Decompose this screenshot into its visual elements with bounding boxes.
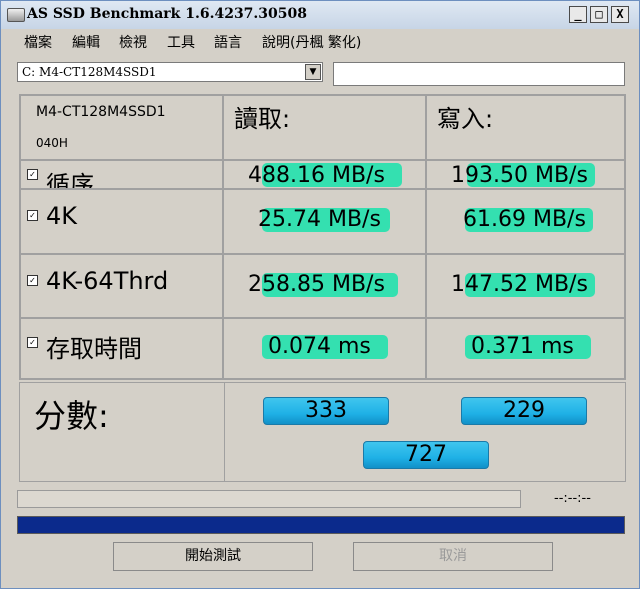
score-label: 分數:: [34, 397, 109, 435]
access-read-value: 0.074 ms: [268, 334, 371, 359]
menu-edit[interactable]: 編輯: [72, 32, 100, 52]
seq-checkbox[interactable]: ✓: [27, 169, 38, 180]
info-textbox[interactable]: [333, 62, 625, 86]
chevron-down-icon[interactable]: ▼: [305, 64, 321, 80]
seq-write-value: 193.50 MB/s: [451, 163, 588, 188]
4k64-label: 4K-64Thrd: [46, 267, 169, 295]
menu-view[interactable]: 檢視: [119, 32, 147, 52]
row-4k-label-cell: ✓ 4K: [20, 189, 223, 254]
minimize-button[interactable]: _: [569, 6, 587, 23]
row-4k64-label-cell: ✓ 4K-64Thrd: [20, 254, 223, 318]
menu-bar: 檔案 編輯 檢視 工具 語言 說明(丹楓 繁化): [1, 29, 639, 53]
access-write-value: 0.371 ms: [471, 334, 574, 359]
menu-language[interactable]: 語言: [214, 32, 242, 52]
cancel-button[interactable]: 取消: [353, 542, 553, 571]
start-button[interactable]: 開始測試: [113, 542, 313, 571]
seq-read-cell: 488.16 MB/s: [223, 160, 426, 189]
elapsed-time: --:--:--: [554, 491, 591, 506]
drive-model: M4-CT128M4SSD1: [36, 104, 166, 120]
menu-tools[interactable]: 工具: [167, 32, 195, 52]
4k-write-value: 61.69 MB/s: [463, 207, 586, 232]
menu-help[interactable]: 說明(丹楓 繁化): [262, 32, 361, 52]
4k64-checkbox[interactable]: ✓: [27, 275, 38, 286]
4k-write-cell: 61.69 MB/s: [426, 189, 625, 254]
read-header: 讀取:: [234, 105, 291, 133]
menu-file[interactable]: 檔案: [24, 32, 52, 52]
write-score: 229: [461, 397, 587, 425]
app-window: AS SSD Benchmark 1.6.4237.30508 _ □ X 檔案…: [0, 0, 640, 589]
seq-read-value: 488.16 MB/s: [248, 163, 385, 188]
write-header: 寫入:: [437, 105, 494, 133]
maximize-button[interactable]: □: [590, 6, 608, 23]
drive-icon: [7, 8, 25, 22]
row-access-label-cell: ✓ 存取時間: [20, 318, 223, 379]
title-bar: AS SSD Benchmark 1.6.4237.30508 _ □ X: [1, 1, 639, 29]
drive-info-cell: M4-CT128M4SSD1 040H: [20, 95, 223, 160]
main-progress-bar: [17, 516, 625, 534]
drive-select-value: C: M4-CT128M4SSD1: [22, 65, 157, 79]
results-grid: M4-CT128M4SSD1 040H 讀取: 寫入: ✓ 循序 488.16 …: [19, 94, 626, 380]
row-seq-label-cell: ✓ 循序: [20, 160, 223, 189]
4k64-write-value: 147.52 MB/s: [451, 272, 588, 297]
access-checkbox[interactable]: ✓: [27, 337, 38, 348]
window-title: AS SSD Benchmark 1.6.4237.30508: [27, 6, 308, 22]
read-score: 333: [263, 397, 389, 425]
seq-write-cell: 193.50 MB/s: [426, 160, 625, 189]
sub-progress-bar: [17, 490, 521, 508]
4k64-read-cell: 258.85 MB/s: [223, 254, 426, 318]
read-header-cell: 讀取:: [223, 95, 426, 160]
4k-read-cell: 25.74 MB/s: [223, 189, 426, 254]
access-label: 存取時間: [46, 335, 142, 363]
access-write-cell: 0.371 ms: [426, 318, 625, 379]
4k-checkbox[interactable]: ✓: [27, 210, 38, 221]
4k64-read-value: 258.85 MB/s: [248, 272, 385, 297]
drive-select[interactable]: C: M4-CT128M4SSD1 ▼: [17, 62, 323, 82]
write-header-cell: 寫入:: [426, 95, 625, 160]
seq-label: 循序: [46, 171, 94, 189]
firmware-version: 040H: [36, 136, 68, 150]
4k64-write-cell: 147.52 MB/s: [426, 254, 625, 318]
close-button[interactable]: X: [611, 6, 629, 23]
4k-read-value: 25.74 MB/s: [258, 207, 381, 232]
score-label-cell: 分數:: [20, 383, 225, 481]
4k-label: 4K: [46, 202, 78, 230]
score-panel: 分數: 333 229 727: [19, 382, 626, 482]
access-read-cell: 0.074 ms: [223, 318, 426, 379]
total-score: 727: [363, 441, 489, 469]
